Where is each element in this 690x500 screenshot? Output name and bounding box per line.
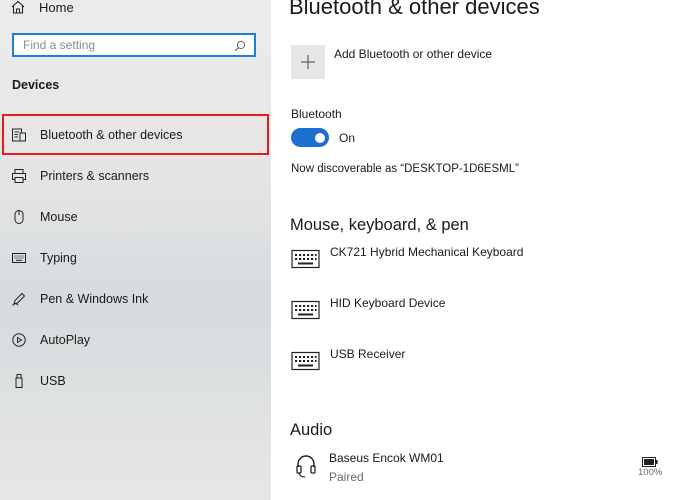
- sidebar-item-label: Mouse: [40, 209, 78, 224]
- sidebar-item-pen[interactable]: Pen & Windows Ink: [2, 278, 269, 319]
- mouse-icon: [11, 209, 27, 225]
- keyboard-icon: [11, 250, 27, 266]
- settings-content: Bluetooth & other devices Add Bluetooth …: [271, 0, 690, 500]
- home-nav-item[interactable]: Home: [10, 0, 74, 16]
- input-devices-heading: Mouse, keyboard, & pen: [290, 216, 469, 234]
- autoplay-icon: [11, 332, 27, 348]
- search-box[interactable]: [12, 33, 256, 57]
- bluetooth-label: Bluetooth: [291, 107, 342, 121]
- plus-icon[interactable]: [291, 45, 325, 79]
- add-device-button[interactable]: Add Bluetooth or other device: [291, 45, 492, 79]
- home-label: Home: [39, 0, 74, 15]
- sidebar-item-typing[interactable]: Typing: [2, 237, 269, 278]
- audio-device-status: Paired: [329, 470, 364, 484]
- add-device-label[interactable]: Add Bluetooth or other device: [334, 47, 492, 61]
- device-item[interactable]: HID Keyboard Device: [291, 296, 445, 320]
- usb-icon: [11, 373, 27, 389]
- sidebar-item-autoplay[interactable]: AutoPlay: [2, 319, 269, 360]
- device-item[interactable]: CK721 Hybrid Mechanical Keyboard: [291, 245, 523, 269]
- headset-icon: [295, 453, 317, 479]
- audio-device-item[interactable]: Baseus Encok WM01 Paired: [295, 451, 444, 484]
- page-title: Bluetooth & other devices: [289, 0, 540, 19]
- bluetooth-state-label: On: [339, 130, 356, 145]
- audio-heading: Audio: [290, 421, 333, 439]
- bluetooth-toggle[interactable]: [291, 128, 329, 147]
- sidebar-item-usb[interactable]: USB: [2, 360, 269, 401]
- bluetooth-devices-icon: [11, 127, 27, 143]
- keyboard-icon: [291, 249, 320, 269]
- home-icon: [10, 0, 26, 15]
- sidebar-item-label: USB: [40, 373, 66, 388]
- sidebar-item-printers[interactable]: Printers & scanners: [2, 155, 269, 196]
- keyboard-icon: [291, 351, 320, 371]
- search-icon[interactable]: [234, 39, 246, 52]
- sidebar-item-label: Printers & scanners: [40, 168, 150, 183]
- battery-indicator: 100%: [638, 454, 662, 478]
- battery-percent: 100%: [638, 467, 663, 478]
- toggle-knob: [315, 132, 325, 143]
- search-input[interactable]: [23, 38, 223, 52]
- printer-icon: [11, 168, 27, 184]
- pen-icon: [11, 291, 27, 307]
- audio-device-name: Baseus Encok WM01: [329, 451, 444, 465]
- sidebar-item-label: Pen & Windows Ink: [40, 291, 149, 306]
- sidebar-section-title: Devices: [12, 78, 60, 92]
- device-item[interactable]: USB Receiver: [291, 347, 405, 371]
- sidebar-item-label: Bluetooth & other devices: [40, 127, 183, 142]
- keyboard-icon: [291, 300, 320, 320]
- sidebar-item-bluetooth[interactable]: Bluetooth & other devices: [2, 114, 269, 155]
- bluetooth-toggle-row: On: [291, 128, 355, 147]
- sidebar-item-mouse[interactable]: Mouse: [2, 196, 269, 237]
- device-name: USB Receiver: [330, 347, 406, 361]
- battery-icon: [642, 454, 658, 467]
- settings-sidebar: Home Devices Bluetooth & other devices P…: [0, 0, 271, 500]
- device-name: CK721 Hybrid Mechanical Keyboard: [330, 245, 524, 259]
- device-name: HID Keyboard Device: [330, 296, 446, 310]
- sidebar-item-label: AutoPlay: [40, 332, 91, 347]
- discoverable-text: Now discoverable as “DESKTOP-1D6ESML”: [291, 163, 519, 175]
- sidebar-item-label: Typing: [40, 250, 77, 265]
